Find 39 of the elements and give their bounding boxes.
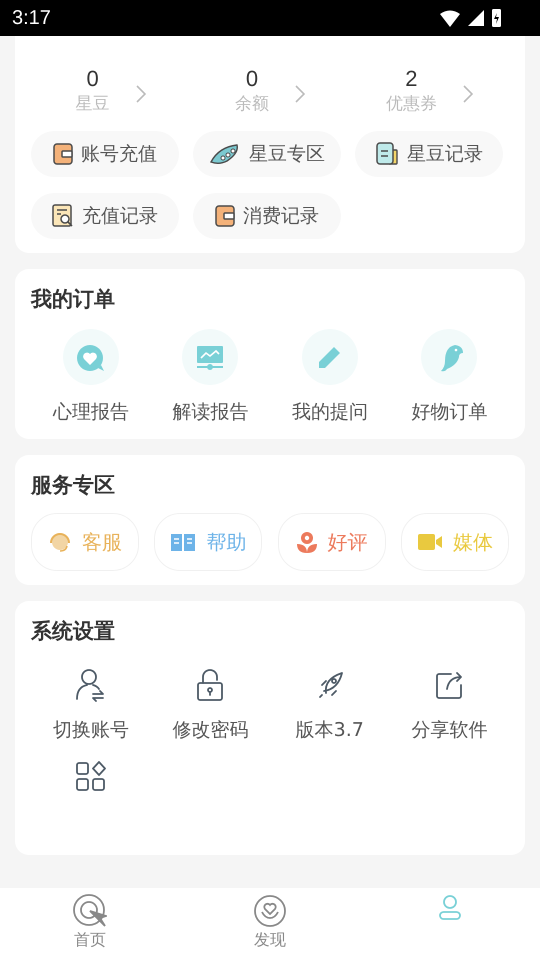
chevron-icon: [136, 84, 146, 102]
section-title: 服务专区: [31, 472, 116, 499]
section-title: 系统设置: [31, 618, 116, 645]
order-item[interactable]: 心理报告: [31, 329, 150, 425]
wallet-icon: [53, 143, 73, 165]
wifi-icon: [439, 8, 461, 28]
account-action-button[interactable]: 充值记录: [31, 193, 179, 239]
order-item[interactable]: 我的提问: [270, 329, 390, 425]
chevron-icon: [462, 84, 473, 102]
wallet-icon: [215, 205, 235, 227]
account-action-button[interactable]: 消费记录: [193, 193, 341, 239]
order-item[interactable]: 解读报告: [150, 329, 270, 425]
setting-item[interactable]: 修改密码: [150, 667, 270, 743]
stat-value: 2: [405, 66, 418, 92]
setting-item[interactable]: 分享软件: [390, 667, 509, 743]
setting-item[interactable]: 版本3.7: [270, 667, 390, 743]
flower-icon: [296, 530, 318, 554]
nav-tab[interactable]: 首页: [0, 888, 180, 960]
stat-value: 0: [246, 66, 258, 92]
chevron-icon: [294, 84, 305, 102]
order-item[interactable]: 好物订单: [390, 329, 509, 425]
video-camera-icon: [416, 533, 443, 551]
pea-pod-icon: [209, 143, 241, 165]
battery-icon: [491, 8, 502, 28]
document-icon: [375, 142, 399, 166]
stat-value: 0: [86, 66, 99, 92]
heart-chat-icon: [62, 329, 119, 385]
book-icon: [170, 531, 196, 553]
status-time: 3:17: [12, 6, 51, 30]
document-search-icon: [52, 204, 74, 228]
account-action-button[interactable]: 星豆记录: [355, 131, 503, 177]
monitor-icon: [182, 329, 238, 385]
nav-tab[interactable]: 发现: [180, 888, 360, 960]
pencil-icon: [302, 329, 358, 385]
setting-item[interactable]: 切换账号: [31, 667, 150, 743]
signal-icon: [467, 9, 485, 27]
account-action-button[interactable]: 星豆专区: [193, 131, 341, 177]
section-title: 我的订单: [31, 286, 116, 313]
account-action-button[interactable]: 账号充值: [31, 131, 179, 177]
